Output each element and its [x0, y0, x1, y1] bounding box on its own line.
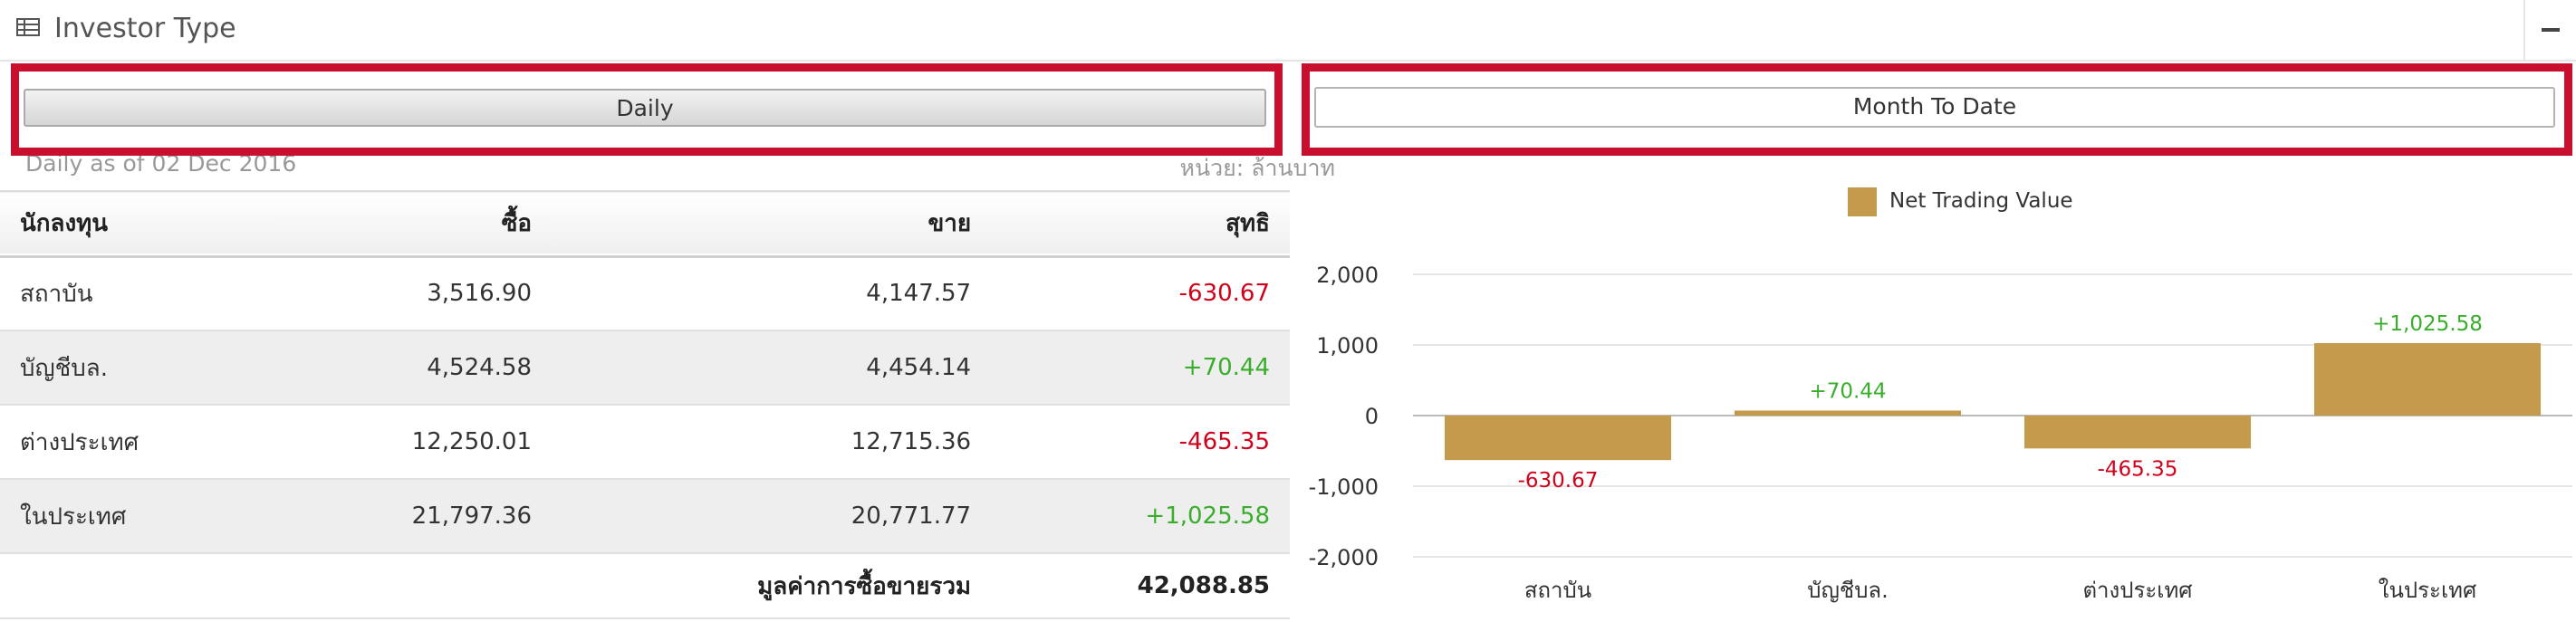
bar[interactable]: [2314, 343, 2541, 416]
y-tick-label: 1,000: [1316, 333, 1379, 359]
header-divider: [2523, 0, 2525, 60]
legend-swatch: [1848, 187, 1877, 216]
data-label: -465.35: [2098, 457, 2178, 481]
x-tick-label: สถาบัน: [1524, 578, 1591, 603]
col-sell: ขาย: [928, 210, 972, 238]
y-tick-label: 2,000: [1316, 263, 1379, 288]
table-row: สถาบัน 3,516.90 4,147.57 -630.67: [0, 256, 1290, 330]
net-cell: +70.44: [1182, 354, 1270, 381]
bar[interactable]: [2024, 416, 2251, 449]
unit-label: หน่วย: ล้านบาท: [1179, 156, 1335, 181]
panel-header: Investor Type: [0, 0, 2576, 62]
net-cell: +1,025.58: [1145, 502, 1270, 530]
col-investor: นักลงทุน: [20, 210, 109, 238]
buy-cell: 21,797.36: [411, 502, 532, 530]
data-label: -630.67: [1518, 469, 1599, 493]
subheader: Daily as of 02 Dec 2016 หน่วย: ล้านบาท: [0, 156, 1341, 190]
bar[interactable]: [1735, 410, 1961, 416]
data-label: +1,025.58: [2372, 312, 2483, 336]
panel-title: Investor Type: [54, 13, 236, 44]
table-icon: [16, 18, 40, 36]
buy-cell: 3,516.90: [427, 280, 532, 308]
x-tick-label: ในประเทศ: [2379, 578, 2476, 603]
net-trading-chart: 2,000 1,000 0 -1,000 -2,000 -630.67 สถาบัน +70.…: [1309, 263, 2572, 603]
table-header-row: นักลงทุน ซื้อ ขาย สุทธิ: [0, 191, 1290, 256]
tab-daily[interactable]: Daily: [24, 89, 1266, 127]
investor-cell: สถาบัน: [20, 280, 93, 308]
net-cell: -630.67: [1178, 280, 1270, 308]
sell-cell: 20,771.77: [851, 502, 972, 530]
sell-cell: 4,454.14: [866, 354, 972, 381]
col-buy: ซื้อ: [501, 210, 532, 238]
investor-cell: ต่างประเทศ: [20, 428, 139, 456]
investor-cell: บัญชีบล.: [20, 354, 109, 382]
buy-cell: 4,524.58: [427, 354, 532, 381]
col-net: สุทธิ: [1226, 210, 1270, 238]
x-tick-label: ต่างประเทศ: [2082, 578, 2192, 603]
minimize-icon[interactable]: [2542, 28, 2560, 32]
total-value: 42,088.85: [1137, 572, 1270, 599]
total-label: มูลค่าการซื้อขายรวม: [757, 572, 972, 600]
as-of-date: Daily as of 02 Dec 2016: [25, 156, 297, 177]
bar[interactable]: [1445, 416, 1671, 461]
sell-cell: 12,715.36: [851, 428, 972, 455]
net-cell: -465.35: [1178, 428, 1270, 455]
y-tick-label: -2,000: [1309, 545, 1379, 570]
table-row: ในประเทศ 21,797.36 20,771.77 +1,025.58: [0, 479, 1290, 553]
total-row: มูลค่าการซื้อขายรวม 42,088.85: [0, 553, 1290, 618]
sell-cell: 4,147.57: [866, 280, 972, 308]
y-tick-label: 0: [1365, 404, 1379, 429]
y-tick-label: -1,000: [1309, 474, 1379, 500]
legend-label: Net Trading Value: [1889, 189, 2073, 213]
data-label: +70.44: [1809, 380, 1886, 404]
investor-table: นักลงทุน ซื้อ ขาย สุทธิ สถาบัน 3,516.90 …: [0, 190, 1290, 619]
table-row: ต่างประเทศ 12,250.01 12,715.36 -465.35: [0, 405, 1290, 479]
x-tick-label: บัญชีบล.: [1807, 578, 1889, 603]
tab-month-to-date[interactable]: Month To Date: [1314, 87, 2555, 128]
table-row: บัญชีบล. 4,524.58 4,454.14 +70.44: [0, 330, 1290, 405]
buy-cell: 12,250.01: [411, 428, 532, 455]
investor-cell: ในประเทศ: [20, 502, 127, 531]
